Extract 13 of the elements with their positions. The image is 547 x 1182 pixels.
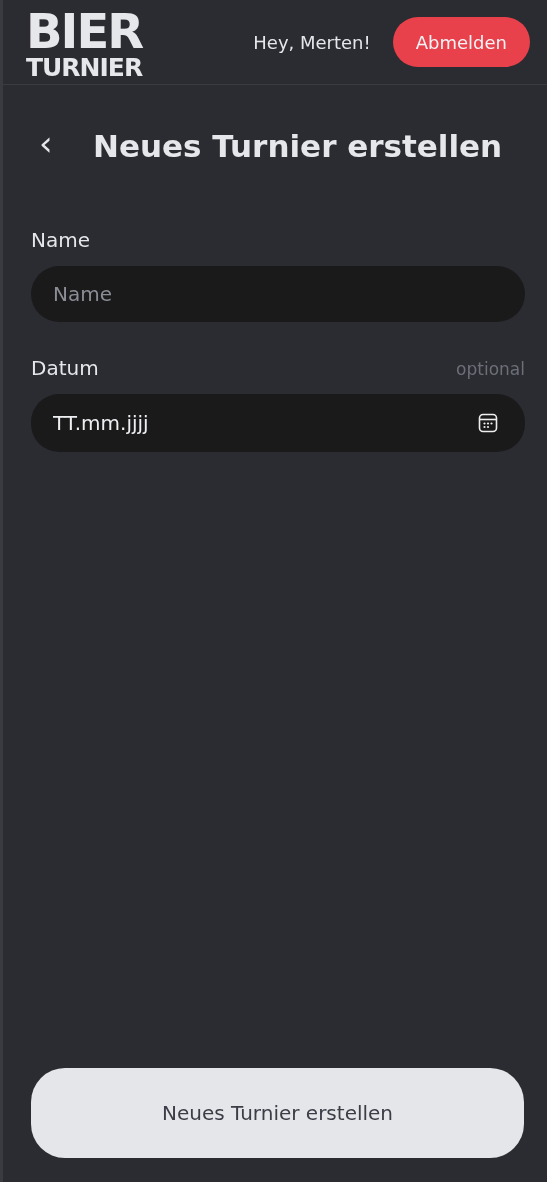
logout-button[interactable]: Abmelden	[392, 17, 530, 67]
name-field[interactable]: Name	[31, 266, 525, 322]
field-label: Name	[31, 228, 90, 252]
optional-hint: optional	[456, 359, 525, 379]
calendar-icon[interactable]	[477, 412, 499, 434]
greeting-text: Hey, Merten!	[253, 31, 371, 53]
date-field[interactable]: TT.mm.jjjj	[31, 394, 525, 452]
back-button[interactable]: ‹	[39, 125, 93, 160]
page-title: Neues Turnier erstellen	[93, 127, 503, 164]
logo-text: TURNIER	[26, 54, 143, 80]
logo-text: BIER	[26, 6, 143, 55]
create-tournament-button[interactable]: Neues Turnier erstellen	[31, 1068, 524, 1158]
field-label: Datum	[31, 356, 99, 380]
